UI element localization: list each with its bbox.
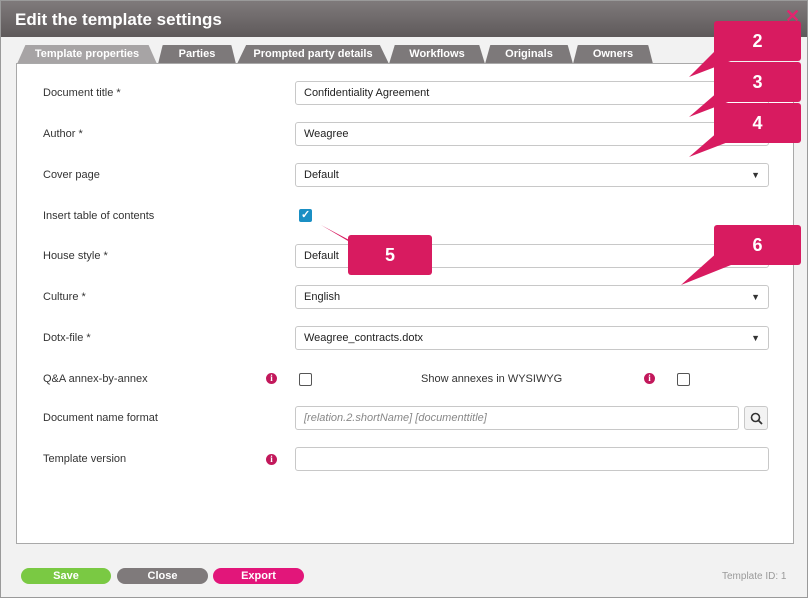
template-id-value: 1 — [780, 571, 787, 582]
edit-template-dialog: Edit the template settings ✕ Template pr… — [0, 0, 808, 598]
save-button[interactable]: Save — [21, 568, 111, 584]
callout-5: 5 — [348, 235, 432, 275]
callout-4: 4 — [714, 103, 801, 143]
export-button[interactable]: Export — [213, 568, 304, 584]
callout-2: 2 — [714, 21, 801, 61]
close-button[interactable]: Close — [117, 568, 208, 584]
callout-pointers — [321, 47, 736, 285]
callout-6: 6 — [714, 225, 801, 265]
callout-3: 3 — [714, 62, 801, 102]
template-id: Template ID: 1 — [722, 571, 786, 582]
template-id-label: Template ID: — [722, 571, 779, 582]
